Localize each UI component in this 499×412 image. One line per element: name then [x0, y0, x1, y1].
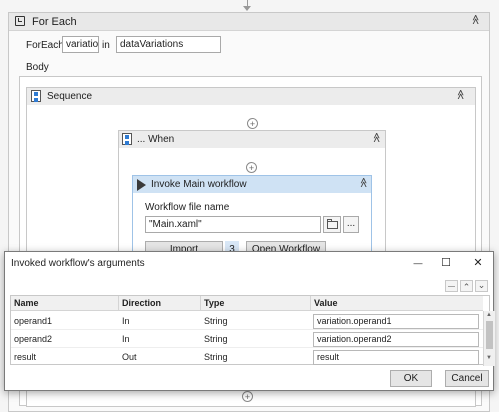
more-options-button[interactable]: ...: [343, 216, 359, 233]
foreach-in-label: in: [102, 40, 110, 51]
table-row[interactable]: operand1 In String variation.operand1: [11, 313, 483, 330]
when-header[interactable]: ... When ≪: [119, 131, 385, 148]
row-type[interactable]: String: [202, 349, 307, 366]
row-name: result: [14, 352, 37, 362]
row-direction[interactable]: In: [120, 331, 198, 348]
foreach-collection-input[interactable]: dataVariations: [116, 36, 221, 53]
folder-icon: [327, 221, 338, 229]
add-activity-icon[interactable]: +: [247, 118, 258, 129]
add-activity-icon-2[interactable]: +: [246, 162, 257, 173]
scrollbar-thumb[interactable]: [486, 321, 493, 349]
foreach-item-input[interactable]: variation: [62, 36, 99, 53]
flow-arrow-icon: [243, 6, 251, 11]
close-icon[interactable]: ✕: [469, 255, 487, 271]
invoke-header[interactable]: Invoke Main workflow ≪: [133, 176, 371, 193]
cancel-button[interactable]: Cancel: [445, 370, 489, 387]
table-row[interactable]: operand2 In String variation.operand2: [11, 331, 483, 348]
foreach-header[interactable]: For Each ≪: [9, 13, 489, 31]
folder-icon-tab: [327, 219, 332, 222]
row-type[interactable]: String: [202, 313, 307, 330]
play-icon: [137, 179, 146, 191]
foreach-icon-arrow: [18, 18, 22, 22]
workflow-file-input[interactable]: "Main.xaml": [145, 216, 321, 233]
move-up-button[interactable]: ⌃: [460, 280, 473, 292]
row-name: operand2: [14, 334, 53, 344]
row-type[interactable]: String: [202, 331, 307, 348]
invoke-title: Invoke Main workflow: [151, 179, 247, 190]
dialog-title: Invoked workflow's arguments: [11, 258, 145, 269]
column-header-name[interactable]: Name: [11, 296, 119, 311]
row-value-input[interactable]: variation.operand2: [313, 332, 479, 347]
workflow-file-label: Workflow file name: [145, 202, 230, 213]
row-direction[interactable]: Out: [120, 349, 198, 366]
row-value-input[interactable]: variation.operand1: [313, 314, 479, 329]
grid-scrollbar[interactable]: ▲ ▼: [483, 311, 495, 366]
arguments-dialog[interactable]: Invoked workflow's arguments — ☐ ✕ — ⌃ ⌄…: [4, 251, 495, 391]
sequence-collapse-icon[interactable]: ≪: [455, 89, 466, 99]
scroll-down-icon[interactable]: ▼: [486, 355, 492, 361]
row-name: operand1: [14, 316, 53, 326]
scroll-up-icon[interactable]: ▲: [486, 312, 492, 318]
column-header-type[interactable]: Type: [201, 296, 311, 311]
sequence-header[interactable]: Sequence ≪: [27, 88, 475, 105]
sequence-title: Sequence: [47, 91, 93, 102]
browse-folder-button[interactable]: [323, 216, 341, 233]
row-value-input[interactable]: result: [313, 350, 479, 365]
column-header-value[interactable]: Value: [311, 296, 483, 311]
ok-button[interactable]: OK: [390, 370, 432, 387]
foreach-collapse-icon[interactable]: ≪: [470, 14, 481, 24]
when-icon-dot-2: [125, 141, 129, 145]
foreach-body-label: Body: [26, 62, 49, 73]
sequence-icon-dot: [34, 92, 38, 96]
row-direction[interactable]: In: [120, 313, 198, 330]
add-activity-icon-3[interactable]: +: [242, 391, 253, 402]
foreach-title: For Each: [32, 16, 77, 28]
arguments-grid[interactable]: Name Direction Type Value operand1 In St…: [10, 295, 495, 366]
move-down-button[interactable]: ⌄: [475, 280, 488, 292]
sequence-icon-dot-2: [34, 98, 38, 102]
foreach-label: ForEach: [26, 40, 64, 51]
column-header-direction[interactable]: Direction: [119, 296, 201, 311]
maximize-icon[interactable]: ☐: [437, 255, 455, 271]
when-title: ... When: [137, 134, 175, 145]
when-collapse-icon[interactable]: ≪: [371, 132, 382, 142]
when-icon-dot: [125, 135, 129, 139]
invoke-collapse-icon[interactable]: ≪: [358, 177, 369, 187]
table-row[interactable]: result Out String result: [11, 349, 483, 366]
minimize-icon[interactable]: —: [409, 255, 427, 271]
remove-row-button[interactable]: —: [445, 280, 458, 292]
